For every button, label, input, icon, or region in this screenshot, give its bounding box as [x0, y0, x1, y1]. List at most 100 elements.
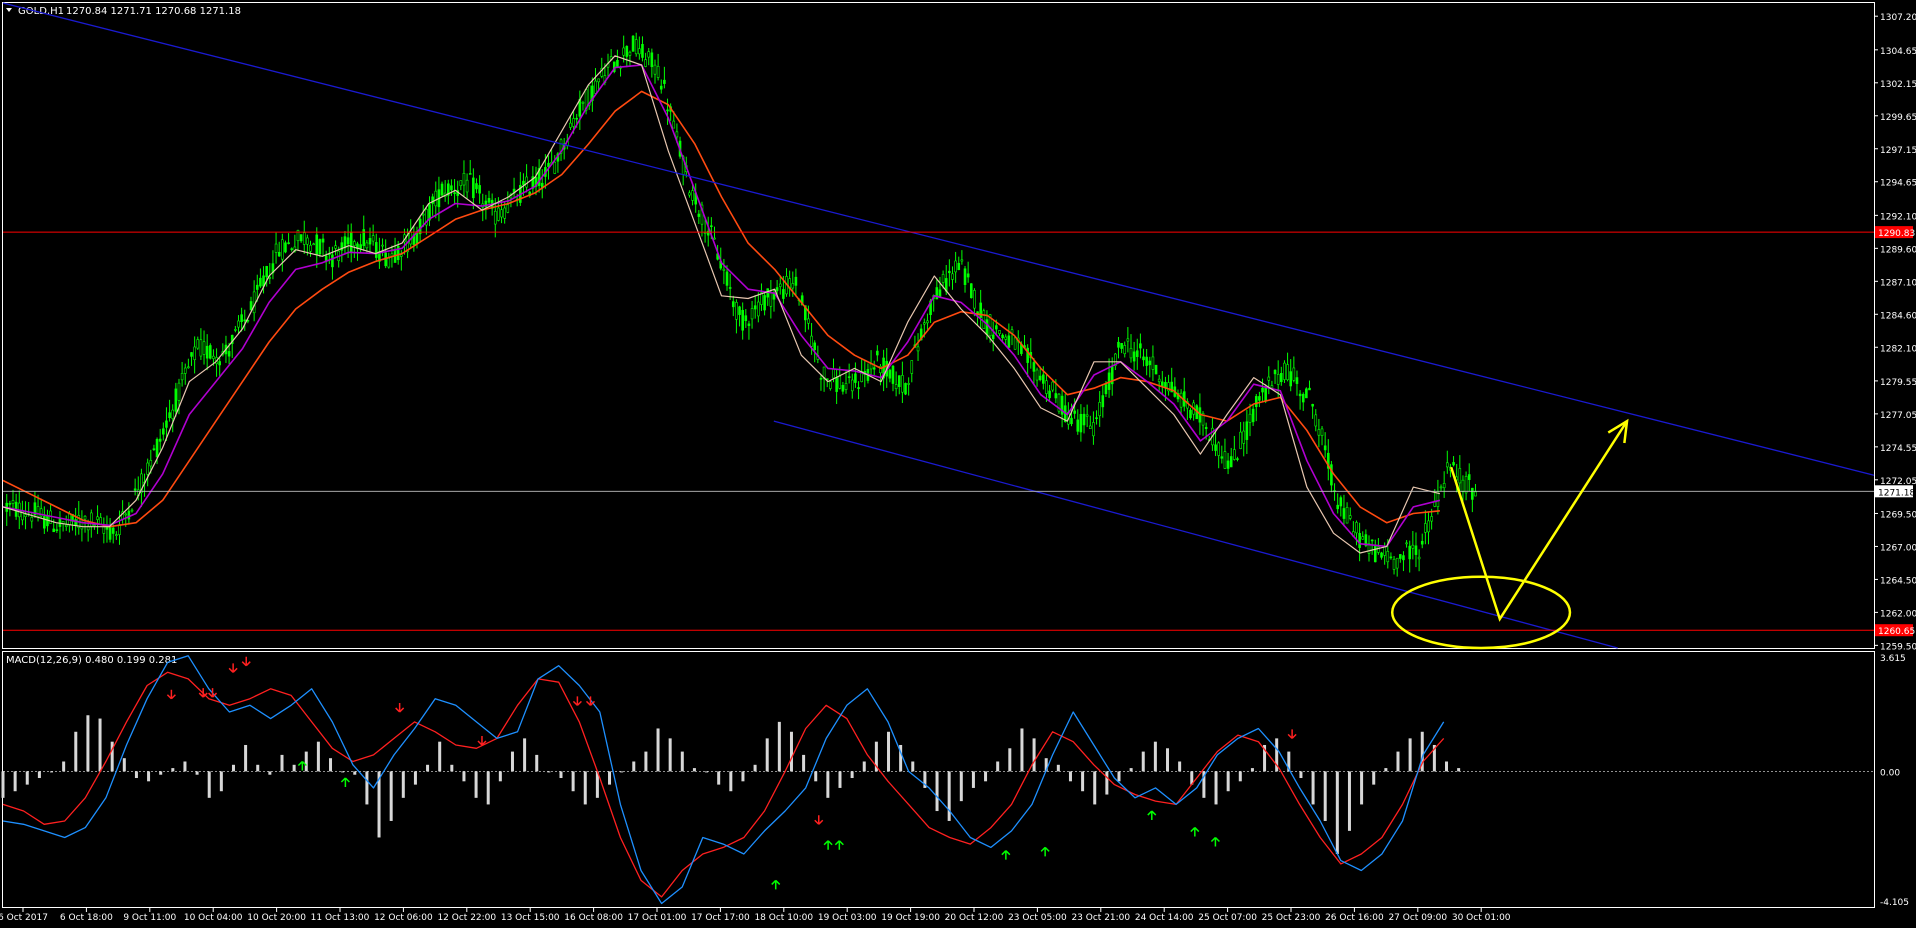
candle-body — [1129, 348, 1133, 359]
macd-histogram-bar — [122, 758, 126, 772]
candle-body — [1092, 422, 1095, 437]
candle-body — [259, 277, 262, 287]
candle-body — [926, 320, 929, 324]
candle-body — [1358, 533, 1361, 548]
candle-body — [1223, 451, 1227, 469]
candle-body — [168, 412, 171, 419]
price-tick-label: 1287.10 — [1880, 278, 1916, 288]
candle-body — [334, 245, 337, 249]
candle-body — [888, 369, 892, 379]
candle-body — [1420, 540, 1424, 545]
candle-body — [725, 271, 729, 286]
candle-body — [1471, 487, 1474, 500]
candle-body — [158, 438, 162, 442]
time-tick-label: 6 Oct 18:00 — [60, 913, 113, 923]
candle-body — [747, 323, 751, 326]
macd-histogram-bar — [668, 738, 672, 772]
ohlc-readout: 1270.84 1271.71 1270.68 1271.18 — [66, 6, 241, 17]
candle-body — [1251, 408, 1255, 423]
candle-body — [1276, 374, 1280, 385]
candle-body — [274, 243, 278, 253]
time-tick-label: 12 Oct 06:00 — [374, 913, 433, 923]
chart-canvas[interactable]: GOLD,H1 1270.84 1271.71 1270.68 1271.18 … — [0, 0, 1916, 924]
price-tick-label: 1277.05 — [1880, 411, 1916, 421]
macd-histogram-bar — [244, 744, 248, 772]
candle-body — [901, 375, 904, 393]
macd-tick-label: 3.615 — [1880, 654, 1906, 664]
time-tick-label: 30 Oct 01:00 — [1452, 913, 1511, 923]
candle-body — [547, 162, 550, 167]
candle-body — [1317, 429, 1321, 436]
candle-body — [102, 526, 106, 534]
candle-body — [1142, 356, 1145, 361]
time-tick-label: 12 Oct 22:00 — [437, 913, 496, 923]
macd-histogram-bar — [547, 771, 551, 773]
macd-histogram-bar — [947, 771, 951, 821]
macd-histogram-bar — [462, 771, 466, 782]
candle-body — [1458, 468, 1462, 484]
time-tick-label: 20 Oct 12:00 — [945, 913, 1004, 923]
macd-histogram-bar — [353, 771, 357, 775]
candle-body — [1427, 520, 1430, 533]
candle-body — [1411, 544, 1415, 549]
candle-body — [1289, 371, 1293, 387]
candle-body — [1439, 486, 1443, 489]
candle-body — [227, 351, 231, 357]
candle-body — [174, 388, 178, 412]
macd-histogram-bar — [316, 741, 320, 772]
candle-body — [343, 236, 347, 249]
candle-body — [738, 306, 741, 315]
price-tick-label: 1297.15 — [1880, 146, 1916, 156]
candle-body — [1085, 414, 1089, 417]
candle-body — [1258, 396, 1261, 401]
candle-body — [644, 59, 647, 67]
candle-body — [938, 289, 942, 297]
candle-body — [916, 346, 920, 352]
candle-body — [1336, 504, 1339, 510]
candle-body — [656, 66, 660, 78]
candle-body — [744, 315, 748, 322]
price-tick-label: 1259.50 — [1880, 642, 1916, 652]
candle-body — [1286, 364, 1289, 381]
candle-body — [1007, 335, 1011, 348]
candle-body — [321, 238, 325, 243]
macd-histogram-bar — [86, 715, 90, 772]
candle-body — [1239, 431, 1242, 449]
candle-body — [697, 213, 701, 217]
macd-histogram-bar — [413, 771, 417, 785]
candle-body — [1139, 343, 1142, 349]
candle-body — [966, 273, 970, 278]
candle-body — [1104, 384, 1108, 395]
price-tick-label: 1262.00 — [1880, 609, 1916, 619]
candle-body — [1001, 334, 1004, 339]
candle-body — [1424, 523, 1427, 533]
candle-body — [277, 251, 281, 257]
price-tick-label: 1282.10 — [1880, 344, 1916, 354]
candle-body — [1348, 515, 1352, 519]
candle-body — [973, 290, 976, 309]
candle-body — [995, 325, 998, 330]
candle-body — [553, 161, 557, 174]
time-tick-label: 13 Oct 15:00 — [501, 913, 560, 923]
macd-histogram-bar — [1372, 771, 1376, 785]
macd-histogram-bar — [632, 761, 636, 772]
candle-body — [331, 254, 334, 268]
candle-body — [960, 259, 964, 262]
level-price-label: 1290.83 — [1878, 229, 1915, 239]
macd-histogram-bar — [789, 731, 793, 772]
candle-body — [1123, 345, 1127, 355]
candle-body — [1048, 390, 1051, 399]
candle-body — [312, 243, 315, 246]
candle-body — [381, 244, 384, 247]
macd-histogram-bar — [1347, 771, 1351, 831]
candle-body — [1264, 387, 1267, 402]
candle-body — [1095, 417, 1098, 419]
macd-histogram-bar — [935, 771, 939, 812]
macd-histogram-bar — [705, 771, 709, 773]
price-tick-label: 1267.00 — [1880, 543, 1916, 553]
candle-body — [208, 345, 212, 359]
macd-histogram-bar — [814, 771, 818, 782]
candle-body — [1380, 552, 1383, 558]
candle-body — [453, 192, 456, 194]
candle-body — [650, 52, 654, 68]
